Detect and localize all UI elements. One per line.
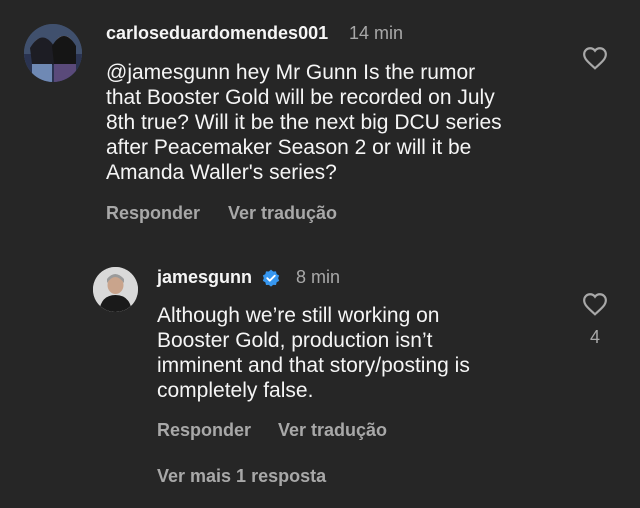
avatar[interactable] <box>93 267 138 312</box>
comment-text-line: Amanda Waller's series? <box>106 161 337 184</box>
reply-text-line: imminent and that story/posting is <box>157 354 470 377</box>
heart-outline-icon[interactable] <box>582 292 608 316</box>
reply-text-line: Booster Gold, production isn’t <box>157 329 433 352</box>
comment-username[interactable]: carloseduardomendes001 <box>106 23 328 44</box>
avatar[interactable] <box>24 24 82 82</box>
reply-text-line: completely false. <box>157 379 314 402</box>
comment-timestamp: 14 min <box>349 23 404 43</box>
comment-text: @jamesgunn hey Mr Gunn Is the rumor that… <box>106 60 502 185</box>
verified-badge-icon <box>262 269 280 287</box>
view-more-replies-button[interactable]: Ver mais 1 resposta <box>157 466 326 487</box>
avatar-image <box>93 267 138 312</box>
comment-text-line: 8th true? Will it be the next big DCU se… <box>106 111 502 134</box>
reply-text-line: Although we’re still working on <box>157 304 440 327</box>
avatar-image <box>24 24 82 82</box>
comment-text-line: after Peacemaker Season 2 or will it be <box>106 136 472 159</box>
translate-button[interactable]: Ver tradução <box>278 420 387 441</box>
like-count: 4 <box>589 327 600 347</box>
reply-timestamp: 8 min <box>296 267 341 287</box>
heart-outline-icon[interactable] <box>582 46 608 70</box>
reply-text: Although we’re still working on Booster … <box>157 303 470 403</box>
reply-button[interactable]: Responder <box>106 203 200 224</box>
reply-username[interactable]: jamesgunn <box>157 267 252 288</box>
reply-button[interactable]: Responder <box>157 420 251 441</box>
comment-text-line: that Booster Gold will be recorded on Ju… <box>106 86 495 109</box>
translate-button[interactable]: Ver tradução <box>228 203 337 224</box>
comment-text-line: @jamesgunn hey Mr Gunn Is the rumor <box>106 61 476 84</box>
